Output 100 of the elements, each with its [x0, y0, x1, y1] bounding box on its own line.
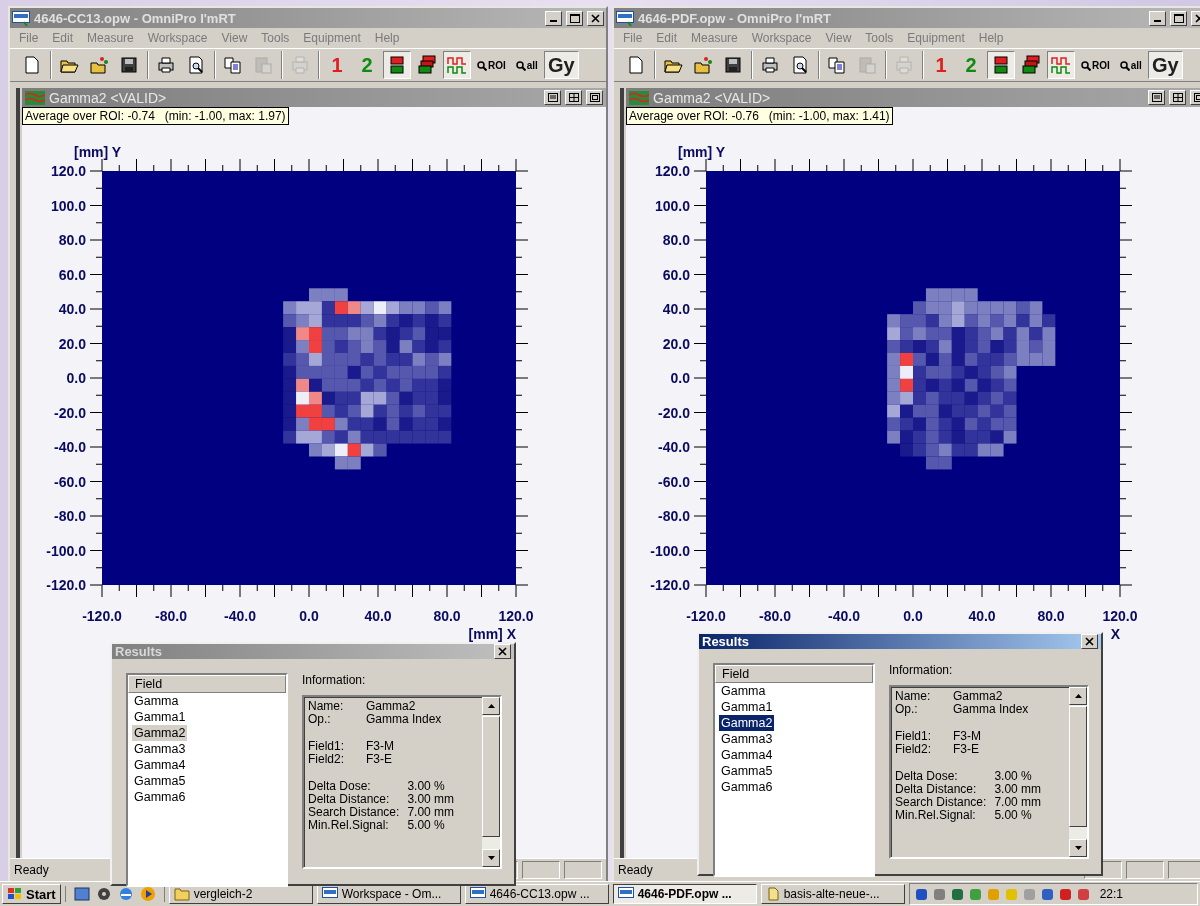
close-button[interactable]: [1081, 634, 1098, 649]
list-item[interactable]: Gamma6: [719, 779, 775, 795]
axis-title: X: [1110, 626, 1120, 642]
close-icon: [498, 647, 507, 656]
tooltip: Average over ROI: -0.76 (min: -1.00, max: 1.41): [626, 107, 893, 125]
taskbar-button[interactable]: Workspace - Om...: [316, 884, 461, 904]
info-value: 3.00 %: [407, 780, 446, 793]
tick-label: -40.0: [658, 439, 690, 455]
close-button[interactable]: [587, 10, 604, 26]
list-item[interactable]: Gamma: [719, 683, 768, 699]
scrollbar[interactable]: [1069, 687, 1087, 857]
tray-icon: [1039, 886, 1055, 902]
toolbar-button[interactable]: all: [511, 51, 542, 79]
info-key: Name:: [308, 700, 358, 713]
maximize-icon: [569, 13, 580, 23]
list-item[interactable]: Gamma6: [132, 789, 188, 805]
toolbar-label: 1: [331, 53, 343, 77]
list-item[interactable]: Gamma2: [132, 725, 188, 741]
view-button[interactable]: [565, 90, 582, 105]
list-item[interactable]: Gamma4: [132, 757, 188, 773]
toolbar-label: 2: [361, 53, 373, 77]
status-pane: [1168, 861, 1200, 879]
info-key: Delta Dose:: [308, 780, 400, 793]
list-item[interactable]: Gamma5: [719, 763, 775, 779]
toolbar-button[interactable]: [987, 51, 1015, 79]
toolbar-button[interactable]: ROI: [1077, 51, 1114, 79]
magnifier-icon: [1081, 60, 1091, 71]
column-header[interactable]: Field: [715, 665, 873, 683]
list-icon: [547, 93, 558, 102]
grid-icon: [568, 93, 579, 102]
taskbar-button[interactable]: 4646-PDF.opw ...: [612, 884, 757, 904]
info-key: Min.Rel.Signal:: [895, 809, 987, 822]
minimize-button[interactable]: [545, 10, 562, 26]
scroll-up-button[interactable]: [482, 697, 500, 715]
magnifier-icon: [477, 60, 487, 71]
new-file-icon: [22, 55, 42, 75]
info-key: Delta Dose:: [895, 770, 987, 783]
list-item[interactable]: Gamma4: [719, 747, 775, 763]
view-button[interactable]: [586, 90, 603, 105]
app-icon: [617, 887, 634, 901]
tray-icon: [1021, 886, 1037, 902]
scroll-down-button[interactable]: [1069, 839, 1087, 857]
info-key: Search Distance:: [308, 806, 400, 819]
view-button[interactable]: [544, 90, 561, 105]
list-icon: [1151, 93, 1162, 102]
stacked-squares-icon: [1021, 55, 1041, 75]
minimize-button[interactable]: [1149, 10, 1166, 26]
pulse-wave-icon: [1051, 55, 1071, 75]
list-item[interactable]: Gamma5: [132, 773, 188, 789]
scrollbar[interactable]: [482, 697, 500, 867]
info-key: Delta Distance:: [895, 783, 987, 796]
info-value: 3.00 %: [994, 770, 1033, 783]
toolbar-button[interactable]: [383, 51, 411, 79]
view-button[interactable]: [1169, 90, 1186, 105]
start-button[interactable]: Start: [2, 884, 61, 904]
app-icon: [321, 887, 338, 901]
tick-label: 40.0: [968, 608, 996, 624]
maximize-button[interactable]: [566, 10, 583, 26]
windows-logo-icon: [7, 887, 23, 901]
info-value: Gamma Index: [953, 703, 1030, 716]
info-value: 5.00 %: [407, 819, 446, 832]
new-file-icon: [626, 55, 646, 75]
tick-label: 100.0: [654, 197, 690, 214]
close-button[interactable]: [494, 644, 511, 659]
status-text: Ready: [14, 863, 50, 877]
dialog-title: Results: [115, 644, 163, 659]
list-item[interactable]: Gamma2: [719, 715, 775, 731]
window-title: 4646-CC13.opw - OmniPro I'mRT: [34, 10, 237, 26]
list-item[interactable]: Gamma3: [719, 731, 775, 747]
scroll-up-button[interactable]: [1069, 687, 1087, 705]
printer-icon: [156, 55, 176, 75]
tick-label: 80.0: [433, 608, 461, 624]
two-squares-icon: [991, 55, 1011, 75]
list-item[interactable]: Gamma1: [132, 709, 188, 725]
toolbar-button[interactable]: all: [1115, 51, 1146, 79]
tray-icon: [913, 886, 929, 902]
list-item[interactable]: Gamma1: [719, 699, 775, 715]
clipboard-icon: [857, 55, 877, 75]
toolbar-button[interactable]: ROI: [473, 51, 510, 79]
tick-label: -60.0: [658, 473, 690, 490]
list-item[interactable]: Gamma: [132, 693, 181, 709]
view-button[interactable]: [1148, 90, 1165, 105]
tick-label: -80.0: [759, 608, 791, 624]
pulse-wave-icon: [447, 55, 467, 75]
list-item[interactable]: Gamma3: [132, 741, 188, 757]
info-value: F3-E: [953, 743, 980, 756]
info-key: Field1:: [895, 730, 945, 743]
maximize-button[interactable]: [1170, 10, 1187, 26]
tray-icon: [1075, 886, 1091, 902]
restore-icon: [1193, 93, 1200, 102]
tick-label: 60.0: [58, 266, 86, 283]
tick-label: -120.0: [82, 608, 122, 624]
copy-icon: [223, 55, 243, 75]
taskbar-button[interactable]: 4646-CC13.opw ...: [464, 884, 609, 904]
up-arrow-icon: [487, 704, 495, 708]
info-key: Op.:: [895, 703, 945, 716]
taskbar-button[interactable]: basis-alte-neue-...: [760, 884, 905, 904]
column-header[interactable]: Field: [128, 675, 286, 693]
scroll-down-button[interactable]: [482, 849, 500, 867]
magnifier-icon: [1119, 60, 1130, 71]
